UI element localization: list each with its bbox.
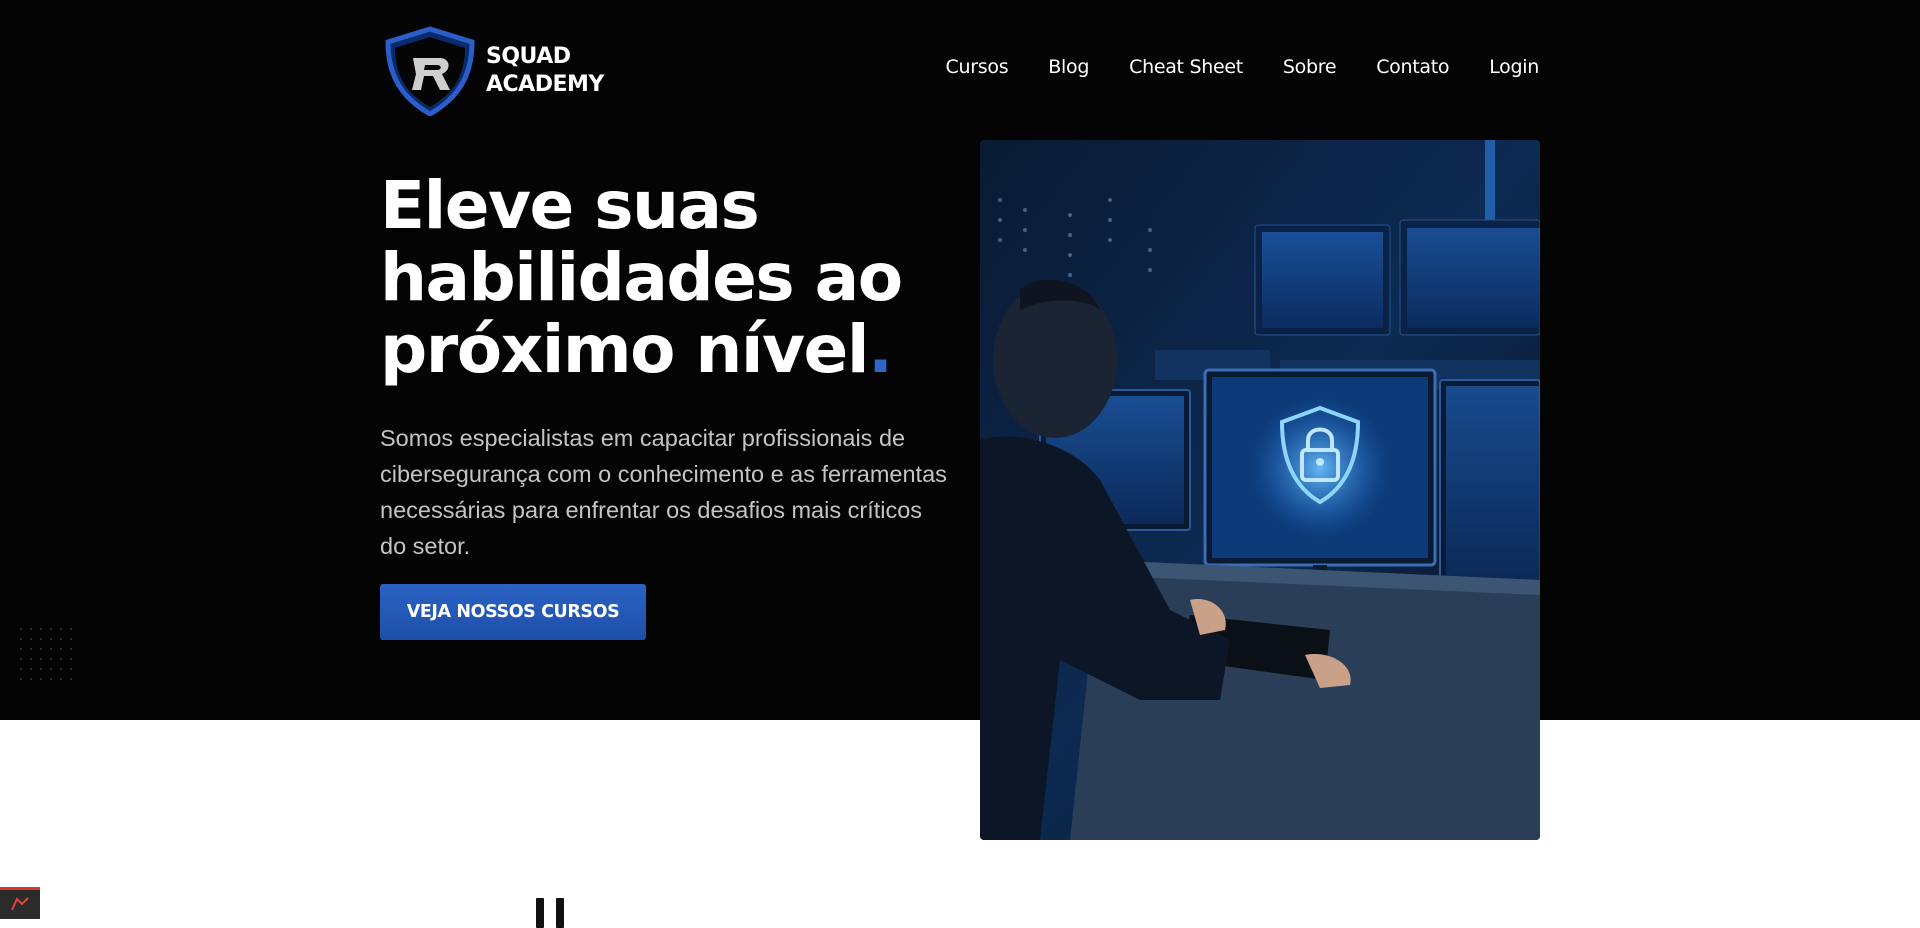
main-nav: Cursos Blog Cheat Sheet Sobre Contato Lo… — [946, 56, 1540, 78]
headline-line1: Eleve suas — [380, 167, 760, 244]
dot-grid-decoration — [20, 628, 76, 684]
headline-line2: habilidades ao — [380, 239, 903, 316]
brand-name: SQUAD ACADEMY — [486, 43, 604, 99]
debug-bar-icon — [11, 896, 29, 910]
hero-headline: Eleve suas habilidades ao próximo nível. — [380, 170, 940, 386]
view-courses-button[interactable]: VEJA NOSSOS CURSOS — [380, 584, 646, 640]
hero-section: SQUAD ACADEMY Cursos Blog Cheat Sheet So… — [0, 0, 1920, 720]
headline-dot: . — [867, 311, 893, 388]
brand-line1: SQUAD — [486, 44, 571, 69]
brand-logo[interactable]: SQUAD ACADEMY — [380, 26, 604, 116]
hero-image — [980, 140, 1540, 840]
headline-line3: próximo nível — [380, 311, 869, 388]
debug-toolbar-button[interactable] — [0, 887, 40, 919]
hero-lead: Somos especialistas em capacitar profiss… — [380, 425, 947, 559]
security-analyst-illustration — [980, 140, 1540, 840]
nav-link-cheat-sheet[interactable]: Cheat Sheet — [1129, 56, 1243, 78]
section-heading-partial — [532, 898, 572, 928]
nav-link-contato[interactable]: Contato — [1376, 56, 1449, 78]
shield-logo-icon — [385, 26, 475, 116]
nav-link-blog[interactable]: Blog — [1048, 56, 1089, 78]
nav-link-cursos[interactable]: Cursos — [946, 56, 1009, 78]
brand-line2: ACADEMY — [486, 72, 604, 97]
content-section — [0, 720, 1920, 919]
nav-link-sobre[interactable]: Sobre — [1283, 56, 1337, 78]
nav-link-login[interactable]: Login — [1489, 56, 1539, 78]
